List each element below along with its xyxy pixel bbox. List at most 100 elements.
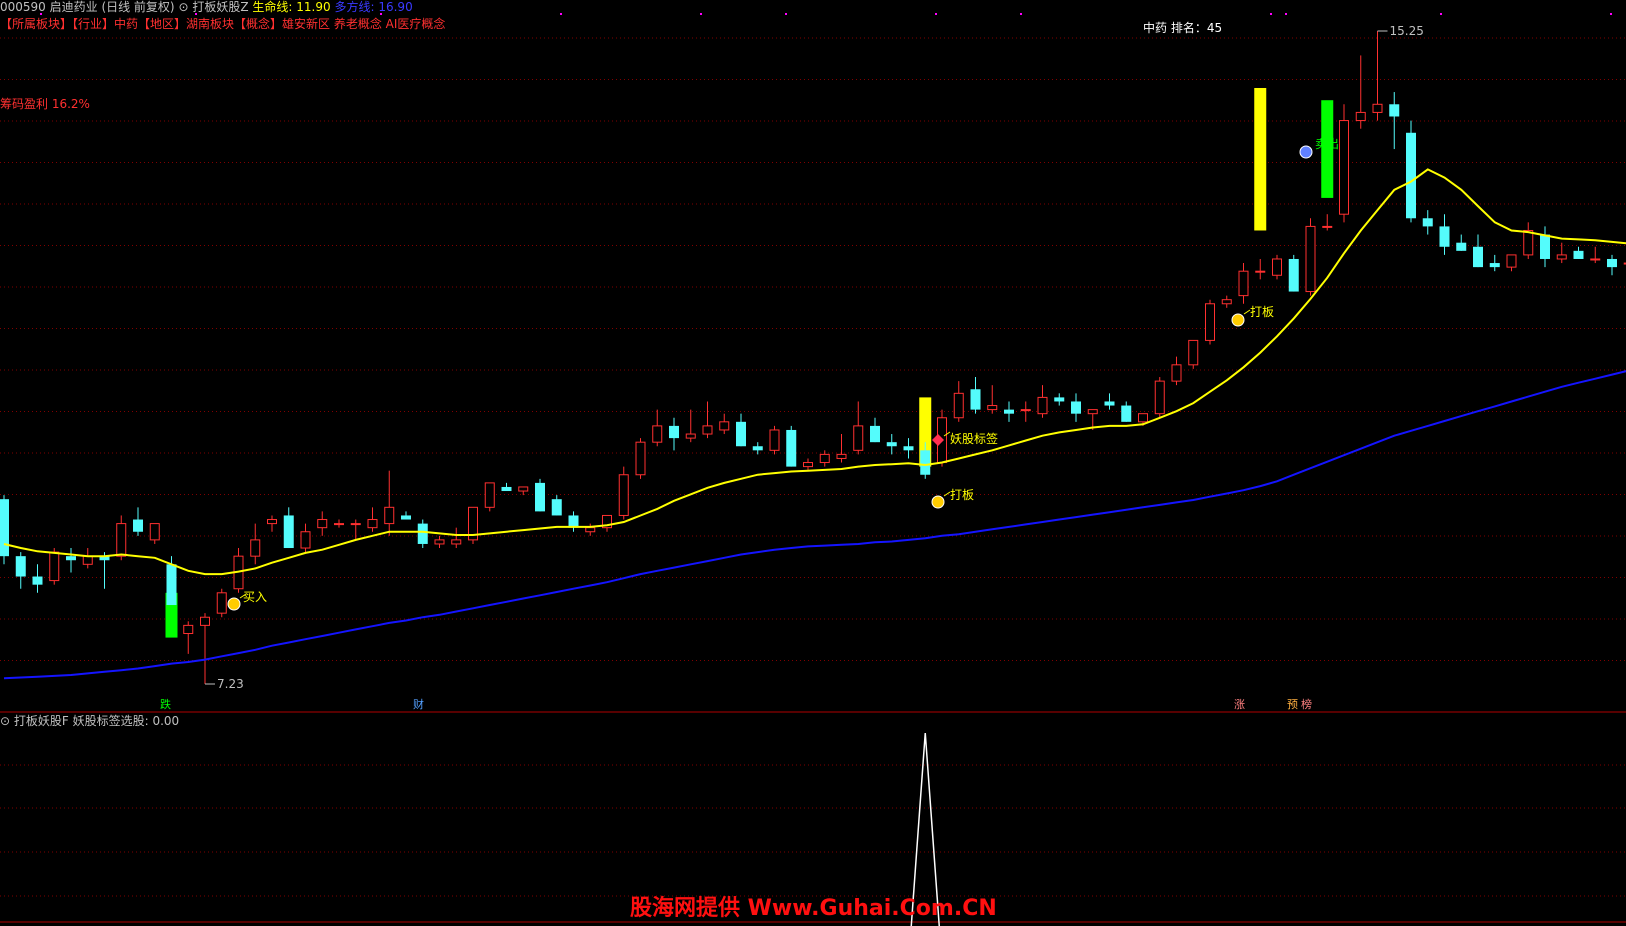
candle-body (1473, 246, 1483, 268)
candle-body (1607, 258, 1617, 268)
candle-body (350, 523, 361, 526)
bottom-label-cai: 财 (413, 698, 424, 711)
candle-body (803, 462, 813, 468)
candle-body (1054, 397, 1065, 402)
candle-body (216, 592, 227, 614)
candle-body (819, 453, 830, 464)
candle-body (1020, 409, 1031, 412)
sell-signal: 卖出 (1315, 137, 1340, 151)
candle-body (1422, 218, 1433, 227)
profit-text: 筹码盈利 16.2% (0, 97, 90, 111)
candle-body (417, 523, 428, 544)
candle-body (1205, 303, 1215, 341)
daban-icon-2 (1231, 313, 1245, 327)
candle-body (451, 539, 462, 545)
candle-body (836, 453, 847, 459)
candle-body (1339, 120, 1349, 215)
duofang-label: 多方线: (334, 0, 375, 14)
candle-body (334, 523, 344, 526)
sub-header: ⊙ 打板妖股F 妖股标签选股: 0.00 (0, 714, 179, 728)
daban-signal-2: 打板 (1250, 305, 1275, 319)
candle-body (384, 506, 395, 525)
candle-body (853, 425, 864, 451)
candle-body (32, 576, 43, 585)
candle-body (970, 389, 981, 410)
ma-long-line (3, 370, 1626, 680)
candle-body (1188, 339, 1199, 366)
candle-body (635, 441, 646, 476)
candle-body (1138, 413, 1148, 423)
candle-body (920, 450, 931, 475)
candle-body (518, 486, 529, 492)
candle-body (1004, 409, 1014, 414)
top-marker (785, 13, 787, 15)
candle-body (1322, 225, 1333, 228)
candle-body (1590, 258, 1601, 261)
candle-body (133, 519, 143, 532)
candle-body (886, 442, 897, 447)
candle-body (1556, 254, 1567, 260)
candle-body (1573, 250, 1584, 259)
sub-settings-icon[interactable]: ⊙ (0, 714, 10, 728)
candle-body (1255, 270, 1266, 273)
candle-body (1104, 401, 1115, 406)
bottom-label-die: 跌 (160, 698, 171, 711)
top-marker (1020, 13, 1022, 15)
candle-body (769, 429, 780, 451)
candle-body (434, 539, 445, 545)
candle-body (1355, 111, 1366, 122)
candle-body (669, 425, 679, 439)
buy-signal: 买入 (243, 590, 268, 604)
shengming-label: 生命线: (252, 0, 293, 14)
settings-icon[interactable]: ⊙ (178, 0, 188, 14)
candle-body (719, 421, 730, 431)
candle-body (1506, 254, 1517, 268)
signal-bar (1254, 87, 1267, 231)
candle-body (1288, 258, 1299, 292)
top-marker (1440, 13, 1442, 15)
candle-body (1489, 263, 1500, 268)
candle-body (49, 551, 60, 582)
candle-body (1406, 132, 1416, 219)
candle-body (953, 392, 964, 419)
kline-chart[interactable]: 15.25 7.23 (0, 0, 1626, 926)
bottom-label-zhang: 涨 (1234, 698, 1245, 711)
candle-body (870, 425, 880, 443)
candle-body (1238, 270, 1249, 297)
candle-body (116, 523, 127, 557)
candle-body (618, 474, 629, 516)
candle-body (317, 519, 328, 529)
daban-icon-1 (931, 495, 945, 509)
candle-body (283, 515, 294, 549)
sector-tags: 【所属板块】【行业】中药【地区】湖南板块【概念】雄安新区 养老概念 AI医疗概念 (0, 17, 446, 31)
candle-body (82, 555, 93, 565)
candle-body (568, 515, 579, 528)
candle-body (149, 523, 160, 541)
candle-body (1523, 229, 1534, 256)
candle-body (1037, 396, 1048, 415)
bottom-label-bang: 榜 (1301, 698, 1312, 711)
sector-ranking: 中药 排名：45 (1143, 21, 1223, 35)
candle-body (1121, 405, 1132, 422)
candle-body (401, 515, 411, 520)
duofang-value: 16.90 (378, 0, 413, 14)
candle-body (1221, 299, 1232, 305)
sell-icon (1299, 145, 1313, 159)
candle-body (66, 556, 76, 561)
candle-body (0, 499, 9, 557)
top-marker (1610, 13, 1612, 15)
candle-body (736, 421, 746, 447)
candle-body (267, 519, 277, 525)
candle-body (250, 539, 261, 557)
candle-body (585, 527, 596, 533)
candle-body (652, 425, 663, 443)
candle-body (367, 519, 378, 529)
yaogu-signal: 妖股标签 (950, 432, 999, 446)
candle-body (551, 499, 562, 516)
top-marker (700, 13, 702, 15)
candle-body (484, 482, 495, 508)
sub-indicator-label: 打板妖股F 妖股标签选股: 0.00 (13, 714, 180, 728)
candle-body (15, 556, 26, 577)
candle-body (166, 564, 177, 606)
candle-body (1372, 103, 1383, 113)
